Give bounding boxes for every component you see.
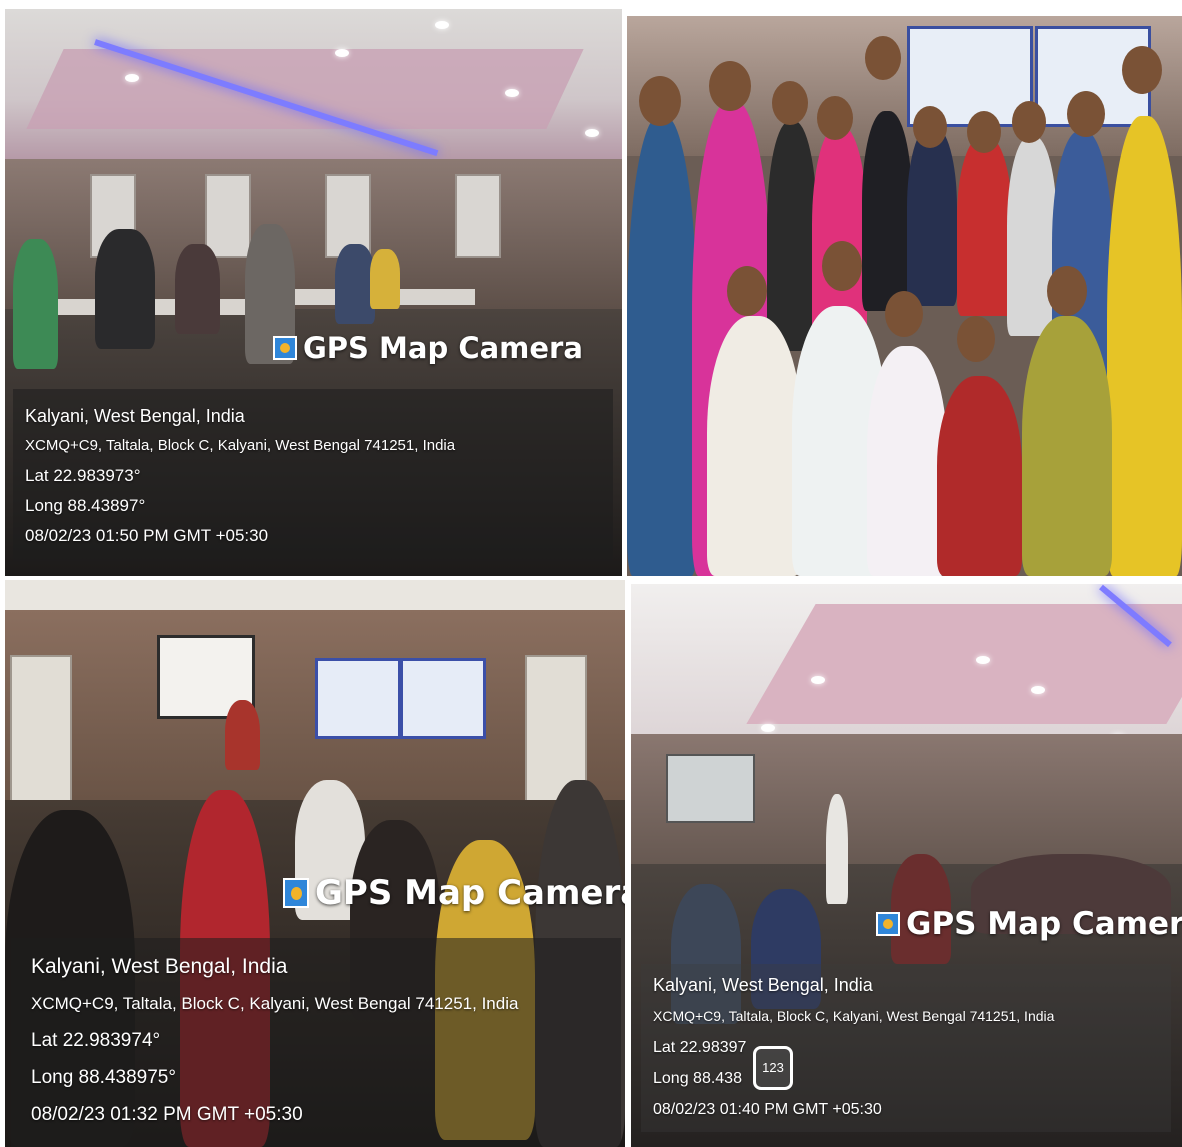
face <box>1122 46 1162 94</box>
face <box>817 96 853 140</box>
ceiling-light <box>125 74 139 82</box>
timestamp: 08/02/23 01:32 PM GMT +05:30 <box>31 1104 303 1125</box>
person <box>767 121 817 351</box>
latitude: Lat 22.983973° <box>25 466 141 485</box>
person <box>370 249 400 309</box>
latitude: Lat 22.983974° <box>31 1030 161 1051</box>
face <box>885 291 923 337</box>
face <box>727 266 767 316</box>
gps-camera-label-text: GPS Map Camera <box>303 331 583 365</box>
ceiling-light <box>585 129 599 137</box>
longitude: Long 88.438975° <box>31 1067 176 1088</box>
location-city: Kalyani, West Bengal, India <box>31 955 288 978</box>
gps-map-camera-logo-icon <box>273 336 297 360</box>
person <box>225 700 260 770</box>
timestamp: 08/02/23 01:40 PM GMT +05:30 <box>653 1101 882 1118</box>
face <box>913 106 947 148</box>
photo-hall-session: GPS Map Camera Kalyani, West Bengal, Ind… <box>631 584 1182 1147</box>
person <box>627 116 697 576</box>
face <box>967 111 1001 153</box>
person <box>957 136 1012 316</box>
location-address: XCMQ+C9, Taltala, Block C, Kalyani, West… <box>25 437 456 454</box>
person <box>1022 316 1112 576</box>
person <box>867 346 947 576</box>
person <box>707 316 802 576</box>
location-city: Kalyani, West Bengal, India <box>653 975 873 995</box>
ceiling-light <box>761 724 775 732</box>
person <box>937 376 1022 576</box>
person <box>175 244 220 334</box>
face <box>865 36 901 80</box>
ceiling-light <box>335 49 349 57</box>
photo-seminar-session: GPS Map Camera Kalyani, West Bengal, Ind… <box>5 580 625 1147</box>
ceiling-light <box>505 89 519 97</box>
longitude: Long 88.438 <box>653 1070 742 1087</box>
photo-lab-session: GPS Map Camera Kalyani, West Bengal, Ind… <box>5 9 622 576</box>
gps-camera-label: GPS Map Camera <box>283 873 625 913</box>
face <box>1047 266 1087 316</box>
latitude: Lat 22.98397 <box>653 1039 747 1056</box>
location-address: XCMQ+C9, Taltala, Block C, Kalyani, West… <box>31 994 519 1013</box>
location-city: Kalyani, West Bengal, India <box>25 406 245 426</box>
longitude: Long 88.43897° <box>25 496 146 515</box>
face <box>639 76 681 126</box>
person <box>907 126 957 306</box>
ceiling-panel <box>26 49 584 129</box>
face <box>1067 91 1105 137</box>
cabinet <box>455 174 501 258</box>
projector-screen <box>666 754 755 823</box>
timestamp: 08/02/23 01:50 PM GMT +05:30 <box>25 526 269 545</box>
ceiling-panel <box>746 604 1182 724</box>
gps-camera-label: GPS Map Camera <box>273 331 583 365</box>
gps-camera-label-text: GPS Map Camera <box>315 873 625 913</box>
location-address: XCMQ+C9, Taltala, Block C, Kalyani, West… <box>653 1008 1055 1024</box>
person <box>13 239 58 369</box>
face <box>957 316 995 362</box>
person <box>826 794 848 904</box>
person <box>862 111 912 311</box>
banner <box>400 658 486 739</box>
gps-map-camera-logo-icon <box>283 878 309 908</box>
person <box>95 229 155 349</box>
ceiling-light <box>976 656 990 664</box>
banner <box>315 658 401 739</box>
face <box>709 61 751 111</box>
ceiling-light <box>1031 686 1045 694</box>
person <box>1007 136 1057 336</box>
ceiling-light <box>811 676 825 684</box>
gps-camera-label-text: GPS Map Camera <box>906 906 1182 942</box>
cabinet <box>205 174 251 258</box>
face <box>772 81 808 125</box>
photo-group <box>627 16 1182 576</box>
face <box>1012 101 1046 143</box>
person <box>1107 116 1182 576</box>
gps-camera-label: GPS Map Camera <box>876 906 1182 942</box>
person <box>335 244 375 324</box>
gps-info-box: Kalyani, West Bengal, India XCMQ+C9, Tal… <box>13 389 613 561</box>
gps-info-box: Kalyani, West Bengal, India XCMQ+C9, Tal… <box>11 938 621 1147</box>
face <box>822 241 862 291</box>
gps-map-camera-logo-icon <box>876 912 900 936</box>
gps-info-box: Kalyani, West Bengal, India XCMQ+C9, Tal… <box>641 964 1171 1132</box>
keyboard-badge: 123 <box>753 1046 793 1090</box>
ceiling-light <box>435 21 449 29</box>
